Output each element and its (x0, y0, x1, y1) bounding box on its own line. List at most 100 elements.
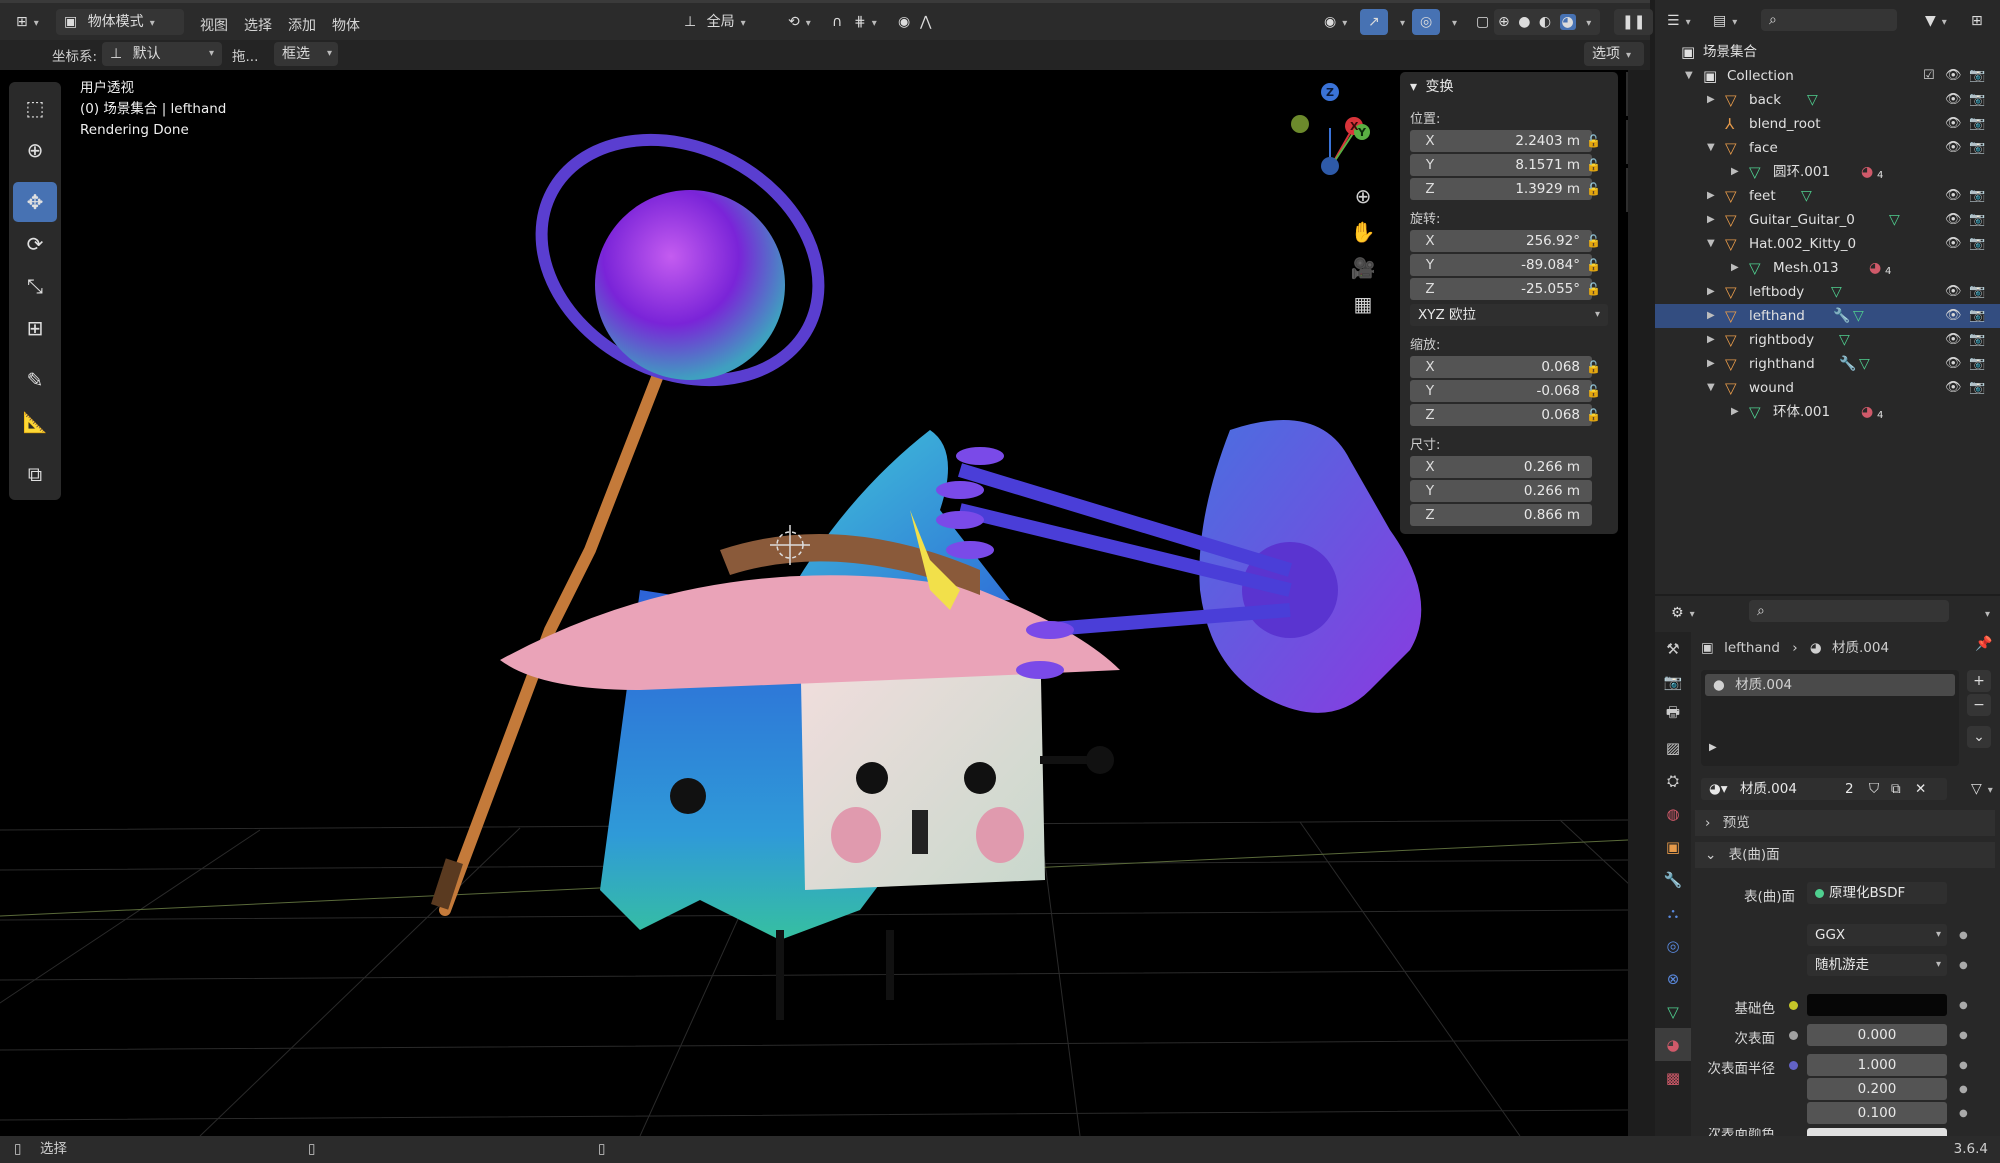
expand-arrow-icon[interactable]: ▼ (1707, 232, 1715, 256)
editor-type-button[interactable]: ⊞ ▾ (8, 9, 47, 35)
expand-arrow-icon[interactable]: ▶ (1709, 742, 1717, 753)
mesh-data-icon[interactable]: ▽ (1853, 304, 1864, 328)
zoom-button[interactable]: ⊕ (1348, 178, 1378, 214)
camera-icon[interactable]: 📷 (1969, 136, 1985, 160)
user-count[interactable]: 2 (1845, 778, 1854, 800)
rotate-tool[interactable]: ⟳ (13, 224, 57, 264)
rotation-z-field[interactable]: Z -25.055° (1410, 278, 1592, 300)
ortho-toggle-button[interactable]: ▦ (1348, 286, 1378, 322)
snap-target-select[interactable]: ⋕ ▾ (846, 9, 885, 35)
pause-render-button[interactable]: ❚❚ (1614, 9, 1654, 35)
menu-view[interactable]: 视图 (200, 16, 228, 36)
display-mode-select[interactable]: ▤ ▾ (1705, 8, 1745, 34)
keyframe-dot-icon[interactable]: ● (1959, 1030, 1968, 1041)
camera-icon[interactable]: 📷 (1969, 280, 1985, 304)
expand-arrow-icon[interactable]: ▶ (1707, 304, 1715, 328)
keyframe-dot-icon[interactable]: ● (1959, 930, 1968, 941)
eye-icon[interactable]: 👁 (1945, 136, 1962, 160)
lock-icon[interactable]: 🔓 (1586, 234, 1601, 248)
tab-physics[interactable]: ◎ (1655, 929, 1691, 962)
outliner-item-blend-root[interactable]: ⅄ blend_root 👁 📷 (1655, 112, 2000, 136)
modifier-wrench-icon[interactable]: 🔧 (1833, 304, 1850, 328)
expand-arrow-icon[interactable]: ▶ (1731, 256, 1739, 280)
outliner-item-ring-001[interactable]: ▶ ▽ 环体.001 ◕ 4 (1655, 400, 2000, 424)
expand-arrow-icon[interactable]: ▼ (1685, 64, 1693, 88)
expand-arrow-icon[interactable]: ▶ (1707, 208, 1715, 232)
expand-arrow-icon[interactable]: ▶ (1707, 328, 1715, 352)
distribution-select[interactable]: GGX ▾ (1807, 924, 1947, 946)
rendered-shading-icon[interactable]: ◕ (1559, 14, 1576, 30)
gizmo-options[interactable]: ▾ (1386, 9, 1413, 35)
mesh-data-icon[interactable]: ▽ (1889, 208, 1900, 232)
options-button[interactable]: 选项 ▾ (1584, 42, 1644, 66)
add-slot-button[interactable]: + (1967, 670, 1991, 692)
vector-socket-icon[interactable] (1789, 1061, 1798, 1070)
tab-view-layer[interactable]: ▨ (1655, 731, 1691, 764)
eye-icon[interactable]: 👁 (1945, 376, 1962, 400)
tab-world[interactable]: ◍ (1655, 797, 1691, 830)
expand-arrow-icon[interactable]: ▶ (1707, 88, 1715, 112)
properties-options[interactable]: ▾ (1971, 600, 1998, 626)
cursor-tool[interactable]: ⊕ (13, 130, 57, 170)
camera-icon[interactable]: 📷 (1969, 112, 1985, 136)
eye-icon[interactable]: 👁 (1945, 208, 1962, 232)
menu-add[interactable]: 添加 (288, 16, 316, 36)
shading-modes[interactable]: ⊕ ● ◐ ◕ ▾ (1494, 9, 1600, 35)
remove-slot-button[interactable]: − (1967, 694, 1991, 716)
camera-icon[interactable]: 📷 (1969, 208, 1985, 232)
slot-menu-button[interactable]: ⌄ (1967, 726, 1991, 748)
annotate-tool[interactable]: ✎ (13, 360, 57, 400)
tab-tool[interactable]: ⚒ (1655, 632, 1691, 665)
eye-icon[interactable]: 👁 (1945, 280, 1962, 304)
subsurface-method-select[interactable]: 随机游走 ▾ (1807, 954, 1947, 976)
tab-view[interactable]: 视图 (1626, 168, 1628, 212)
new-collection-button[interactable]: ⊞ (1963, 8, 1991, 34)
scale-y-field[interactable]: Y -0.068 (1410, 380, 1592, 402)
drag-label[interactable]: 拖... (232, 45, 258, 65)
mesh-data-icon[interactable]: ▽ (1807, 88, 1818, 112)
proportional-falloff-select[interactable]: ⋀ (912, 9, 939, 35)
pin-icon[interactable]: 📌 (1975, 636, 1992, 652)
lock-icon[interactable]: 🔓 (1586, 258, 1601, 272)
lock-icon[interactable]: 🔓 (1586, 182, 1601, 196)
tab-tool[interactable]: 工具 (1626, 120, 1628, 164)
material-datablock[interactable]: ◕▾ 材质.004 2 ⛉ ⧉ ✕ (1701, 778, 1947, 800)
dimensions-y-field[interactable]: Y 0.266 m (1410, 480, 1592, 502)
overlay-options[interactable]: ▾ (1438, 9, 1465, 35)
link-select[interactable]: ▽ ▾ (1963, 776, 2000, 802)
tab-object[interactable]: ▣ (1655, 830, 1691, 863)
material-icon[interactable]: ◕ (1869, 256, 1881, 280)
material-icon[interactable]: ◕ (1861, 160, 1873, 184)
mode-select[interactable]: ▣ 物体模式 ▾ (56, 9, 184, 35)
pivot-select[interactable]: ⟲ ▾ (780, 9, 819, 35)
properties-editor-type[interactable]: ⚙ ▾ (1663, 600, 1703, 626)
tab-scene[interactable]: ⛭ (1655, 764, 1691, 797)
dimensions-z-field[interactable]: Z 0.866 m (1410, 504, 1592, 526)
lock-icon[interactable]: 🔓 (1586, 360, 1601, 374)
lock-icon[interactable]: 🔓 (1586, 134, 1601, 148)
camera-icon[interactable]: 📷 (1969, 328, 1985, 352)
expand-arrow-icon[interactable]: ▶ (1707, 352, 1715, 376)
visibility-select[interactable]: ◉ ▾ (1316, 9, 1355, 35)
color-socket-icon[interactable] (1789, 1001, 1798, 1010)
outliner-item-righthand[interactable]: ▶ ▽ righthand 🔧 ▽ 👁 📷 (1655, 352, 2000, 376)
camera-icon[interactable]: 📷 (1969, 184, 1985, 208)
mesh-data-icon[interactable]: ▽ (1859, 352, 1870, 376)
expand-arrow-icon[interactable]: ▶ (1707, 280, 1715, 304)
camera-icon[interactable]: 📷 (1969, 64, 1985, 88)
menu-select[interactable]: 选择 (244, 16, 272, 36)
camera-icon[interactable]: 📷 (1969, 352, 1985, 376)
outliner-item-back[interactable]: ▶ ▽ back ▽ 👁 📷 (1655, 88, 2000, 112)
outliner-scene-collection[interactable]: ▣ 场景集合 (1655, 40, 2000, 64)
outliner-item-rightbody[interactable]: ▶ ▽ rightbody ▽ 👁 📷 (1655, 328, 2000, 352)
subsurface-radius-x[interactable]: 1.000 (1807, 1054, 1947, 1076)
camera-icon[interactable]: 📷 (1969, 304, 1985, 328)
rotation-mode-select[interactable]: XYZ 欧拉 ▾ (1410, 304, 1608, 326)
eye-icon[interactable]: 👁 (1945, 232, 1962, 256)
menu-object[interactable]: 物体 (332, 16, 360, 36)
mesh-data-icon[interactable]: ▽ (1801, 184, 1812, 208)
shader-select[interactable]: 原理化BSDF (1807, 882, 1947, 904)
expand-arrow-icon[interactable]: ▶ (1707, 184, 1715, 208)
measure-tool[interactable]: 📐 (13, 402, 57, 442)
mesh-data-icon[interactable]: ▽ (1839, 328, 1850, 352)
